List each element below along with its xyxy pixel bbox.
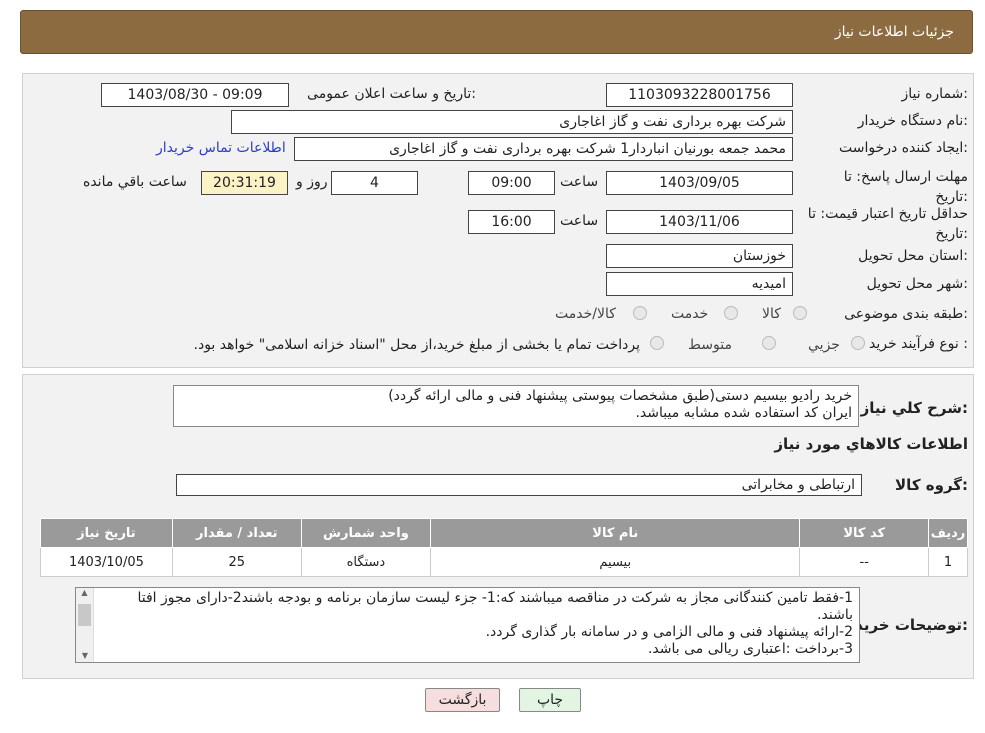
reply-time-field: 09:00 — [468, 171, 555, 195]
reply-deadline-label: مهلت ارسال پاسخ: تا تاریخ: — [843, 169, 968, 205]
purchase-option-minor: جزیي — [808, 337, 840, 353]
col-row-number: ردیف — [928, 518, 968, 548]
days-label: روز و — [296, 174, 328, 190]
requester-label: ایجاد کننده درخواست: — [839, 140, 968, 156]
col-item-code: کد کالا — [799, 518, 930, 548]
purchase-radio-treasury[interactable] — [650, 336, 664, 350]
cell-quantity: 25 — [171, 547, 302, 577]
goods-section-title: اطلاعات کالاهاي مورد نیاز — [774, 435, 968, 453]
purchase-radio-medium[interactable] — [762, 336, 776, 350]
cell-row-number: 1 — [928, 547, 968, 577]
requester-field: محمد جمعه بورنیان انباردار1 شرکت بهره بر… — [294, 137, 793, 161]
announce-field: 1403/08/30 - 09:09 — [101, 83, 289, 107]
reply-date-field: 1403/09/05 — [606, 171, 793, 195]
cell-need-date: 1403/10/05 — [40, 547, 173, 577]
validity-time-field: 16:00 — [468, 210, 555, 234]
purchase-radio-minor[interactable] — [851, 336, 865, 350]
scroll-down-icon[interactable]: ▼ — [76, 651, 94, 660]
category-radio-goods[interactable] — [793, 306, 807, 320]
city-field: امیدیه — [606, 272, 793, 296]
category-option-goods-service: کالا/خدمت — [555, 306, 616, 322]
validity-date-field: 1403/11/06 — [606, 210, 793, 234]
goods-table-header: ردیف کد کالا نام کالا واحد شمارش تعداد /… — [40, 518, 968, 548]
col-unit: واحد شمارش — [300, 518, 432, 548]
category-label: طبقه بندی موضوعی: — [844, 306, 968, 322]
goods-group-field: ارتباطی و مخابراتی — [176, 474, 862, 496]
need-number-field: 1103093228001756 — [606, 83, 793, 107]
remaining-label: ساعت باقي مانده — [83, 174, 187, 190]
category-option-goods: کالا — [762, 306, 781, 322]
announce-label: تاریخ و ساعت اعلان عمومی: — [307, 86, 476, 102]
back-button[interactable]: بازگشت — [425, 688, 500, 712]
page-header: جزئیات اطلاعات نیاز — [20, 10, 973, 54]
scroll-thumb[interactable] — [78, 604, 91, 626]
table-row: 1 -- بیسیم دستگاه 25 1403/10/05 — [40, 547, 968, 577]
goods-group-label: گروه کالا: — [895, 476, 968, 494]
purchase-type-label: نوع فرآیند خرید : — [869, 336, 968, 352]
reply-time-label: ساعت — [560, 174, 599, 190]
remaining-time-field: 20:31:19 — [201, 171, 288, 195]
summary-label: شرح کلي نیاز: — [860, 399, 968, 417]
buyer-notes-scrollbar[interactable]: ▲ ▼ — [76, 588, 94, 662]
col-quantity: تعداد / مقدار — [171, 518, 302, 548]
col-need-date: تاریخ نیاز — [40, 518, 173, 548]
goods-table: ردیف کد کالا نام کالا واحد شمارش تعداد /… — [40, 518, 968, 577]
cell-unit: دستگاه — [300, 547, 432, 577]
need-number-label: شماره نیاز: — [901, 86, 968, 102]
cell-item-code: -- — [799, 547, 930, 577]
buyer-notes-line-1: 1-فقط تامین کنندگانی مجاز به شرکت در منا… — [137, 590, 853, 623]
category-radio-goods-service[interactable] — [633, 306, 647, 320]
summary-line-2: ایران کد استفاده شده مشابه میباشد. — [635, 405, 852, 421]
summary-textarea[interactable]: خرید رادیو بیسیم دستی(طبق مشخصات پیوستی … — [173, 385, 859, 427]
col-item-name: نام کالا — [430, 518, 801, 548]
scroll-up-icon[interactable]: ▲ — [76, 588, 93, 600]
cell-item-name: بیسیم — [430, 547, 801, 577]
page-title: جزئیات اطلاعات نیاز — [834, 24, 954, 40]
category-radio-service[interactable] — [724, 306, 738, 320]
buyer-notes-label: توضیحات خریدار: — [841, 616, 968, 634]
buyer-notes-textarea[interactable]: 1-فقط تامین کنندگانی مجاز به شرکت در منا… — [75, 587, 860, 663]
summary-line-1: خرید رادیو بیسیم دستی(طبق مشخصات پیوستی … — [388, 388, 852, 404]
province-label: استان محل تحویل: — [858, 248, 968, 264]
category-option-service: خدمت — [671, 306, 709, 322]
print-button[interactable]: چاپ — [519, 688, 581, 712]
city-label: شهر محل تحویل: — [866, 276, 968, 292]
days-field: 4 — [331, 171, 418, 195]
validity-time-label: ساعت — [560, 213, 599, 229]
buyer-org-field: شرکت بهره برداری نفت و گاز اغاجاری — [231, 110, 793, 134]
buyer-org-label: نام دستگاه خریدار: — [857, 113, 968, 129]
buyer-notes-line-3: 3-برداخت :اعتباری ریالی می باشد. — [647, 641, 853, 657]
buyer-notes-line-2: 2-ارائه پیشنهاد فنی و مالی الزامی و در س… — [485, 624, 853, 640]
validity-label: حداقل تاریخ اعتبار قیمت: تا تاریخ: — [807, 206, 968, 242]
buyer-contact-link[interactable]: اطلاعات تماس خریدار — [156, 140, 286, 156]
purchase-option-medium: متوسط — [688, 337, 732, 353]
purchase-note: پرداخت تمام یا بخشی از مبلغ خرید،از محل … — [193, 337, 640, 353]
province-field: خوزستان — [606, 244, 793, 268]
